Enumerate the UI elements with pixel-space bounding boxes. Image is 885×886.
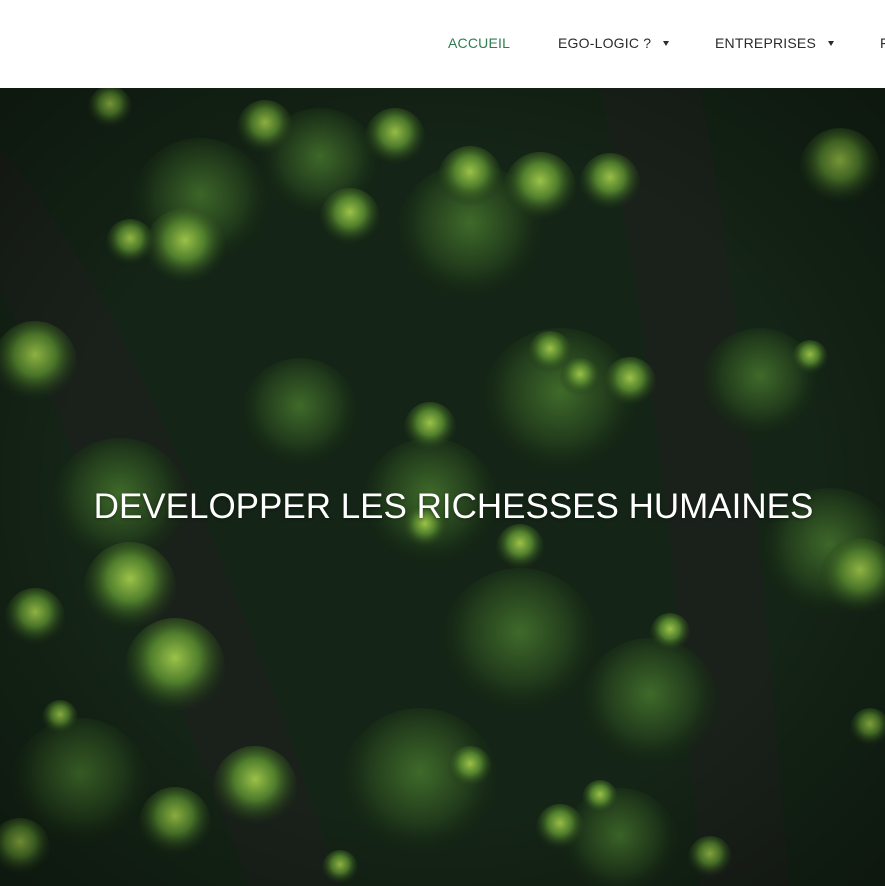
chevron-down-icon (663, 41, 670, 46)
nav-item-accueil[interactable]: ACCUEIL (448, 34, 510, 52)
nav-item-label: ACCUEIL (448, 35, 511, 51)
chevron-down-icon (828, 41, 834, 46)
nav-item-ego-logic[interactable]: EGO-LOGIC ? (558, 34, 670, 52)
site-header: ACCUEIL EGO-LOGIC ? ENTREPRISES F (0, 0, 885, 88)
hero-title: DEVELOPPER LES RICHESSES HUMAINES (93, 487, 814, 527)
nav-item-label: ENTREPRISES (715, 35, 816, 51)
hero-banner: DEVELOPPER LES RICHESSES HUMAINES (0, 88, 885, 886)
nav-item-entreprises[interactable]: ENTREPRISES (715, 34, 834, 52)
main-nav: ACCUEIL EGO-LOGIC ? ENTREPRISES F (0, 0, 885, 88)
nav-item-truncated[interactable]: F (880, 34, 885, 52)
nav-item-label: F (880, 35, 885, 51)
nav-item-label: EGO-LOGIC ? (558, 35, 652, 51)
